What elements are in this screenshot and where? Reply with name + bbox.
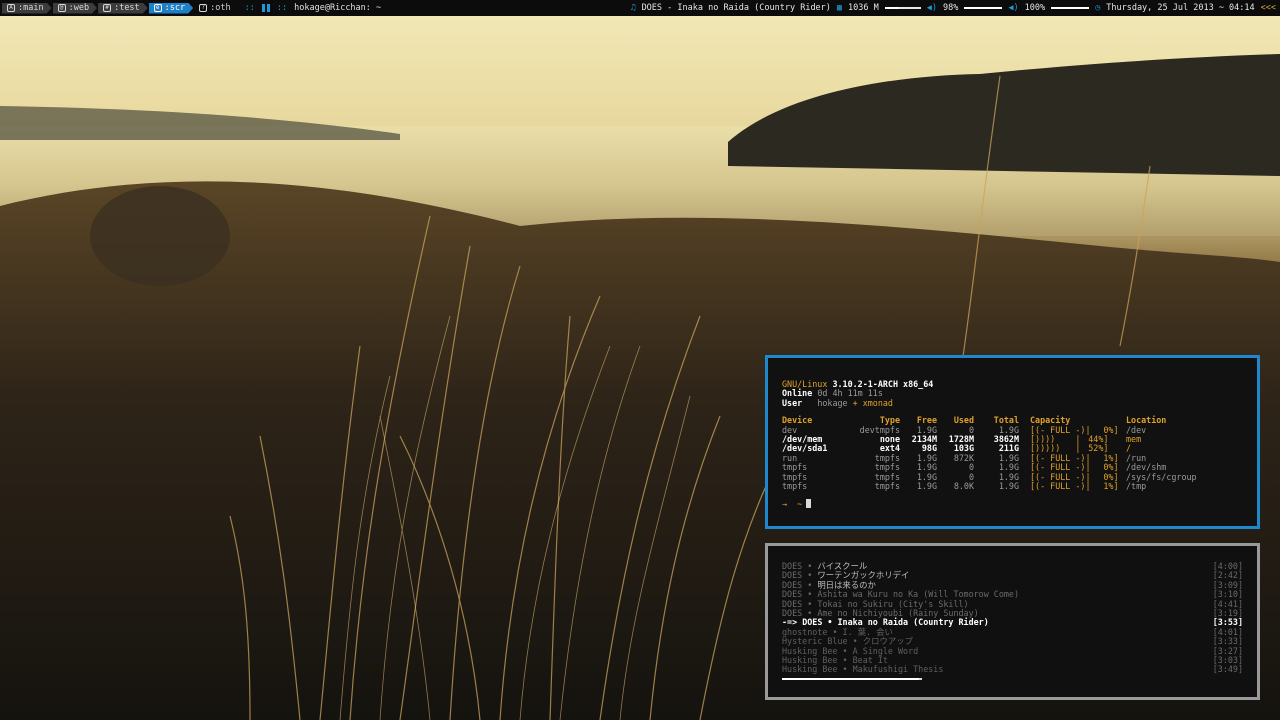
used-cell: 8.0K	[953, 481, 974, 492]
status-right: ♫ DOES - Inaka no Raida (Country Rider) …	[630, 0, 1276, 16]
disk-table: Device Type Free Used Total Capacity Loc…	[782, 415, 1197, 492]
user-sep: +	[852, 397, 858, 408]
seek-bar[interactable]	[782, 677, 922, 680]
user-wm: xmonad	[862, 397, 893, 408]
datetime: Thursday, 25 Jul 2013 ~ 04:14	[1106, 3, 1255, 13]
playlist: DOES • バイスクール [4:00] DOES • ワーテンガックホリデイ [2:…	[782, 561, 1243, 675]
cpu-bar-fill	[884, 7, 900, 9]
text-cursor	[806, 499, 812, 509]
question-icon: ?	[199, 4, 207, 12]
workspace-oth[interactable]: ? :oth	[194, 3, 238, 14]
prompt-text: → ~	[782, 499, 803, 510]
type-cell: tmpfs	[874, 481, 900, 492]
track-duration: [3:49]	[1212, 664, 1243, 675]
now-playing[interactable]: DOES - Inaka no Raida (Country Rider)	[642, 3, 831, 13]
workspace-main[interactable]: A :main	[2, 3, 52, 14]
track-artist: Husking Bee	[782, 664, 838, 675]
disk-table-body: dev devtmpfs 1.9G 0 1.9G [(- FULL -)| 0%]/dev /…	[782, 425, 1197, 492]
speaker-volume-icon: ◀)	[1008, 3, 1019, 13]
cpu-bar	[884, 7, 921, 9]
track-title: Makufushigi Thesis	[852, 664, 944, 675]
terminal-window[interactable]: GNU/Linux 3.10.2-1-ARCH x86_64 Online 0d…	[765, 355, 1260, 529]
workspace-list: A :main @ :web # :test e :scr ? :oth	[2, 2, 240, 14]
window-title: hokage@Ricchan: ~	[294, 3, 382, 13]
volume-bar[interactable]	[964, 7, 1003, 9]
location-cell: mem	[1126, 433, 1142, 444]
separator: ::	[276, 3, 288, 13]
layout-tall-icon[interactable]	[261, 4, 270, 12]
workspace-scr[interactable]: e :scr	[149, 3, 193, 14]
device-cell: tmpfs	[782, 481, 808, 492]
track-separator: •	[842, 664, 848, 675]
shell-prompt[interactable]: → ~	[782, 499, 1243, 509]
terminal-icon: e	[154, 4, 162, 12]
memory-usage: 1036 M	[848, 3, 879, 13]
workspace-label: :web	[68, 3, 90, 13]
brightness-value[interactable]: 100%	[1025, 3, 1045, 13]
seek-bar-fill	[782, 677, 920, 680]
bug-icon: #	[103, 4, 111, 12]
location-cell: /tmp	[1126, 481, 1147, 492]
volume-value[interactable]: 98%	[943, 3, 958, 13]
free-cell: 1.9G	[916, 481, 937, 492]
workspace-label: :main	[18, 3, 44, 13]
user-name: hokage	[817, 397, 848, 408]
capacity-cell: [(- FULL -)| 1%]	[1019, 481, 1126, 492]
music-player-window[interactable]: DOES • バイスクール [4:00] DOES • ワーテンガックホリデイ [2:…	[765, 543, 1260, 700]
volume-bar-fill	[964, 7, 1002, 9]
total-cell: 1.9G	[998, 481, 1019, 492]
workspace-web[interactable]: @ :web	[53, 3, 97, 14]
brightness-bar-fill	[1051, 7, 1090, 9]
workspace-label: :oth	[210, 3, 231, 13]
workspace-label: :scr	[164, 3, 186, 13]
disk-row: tmpfs tmpfs 1.9G 8.0K 1.9G [(- FULL -)| 1%] /tm…	[782, 481, 1197, 492]
workspace-label: :test	[114, 3, 140, 13]
arch-icon: A	[7, 4, 15, 12]
separator: ::	[244, 3, 255, 13]
capacity-percent: 1%]	[1103, 481, 1119, 492]
brightness-bar[interactable]	[1051, 7, 1090, 9]
user-label: User	[782, 397, 803, 408]
user-line: User hokage + xmonad	[782, 397, 1243, 408]
clock-icon: ◷	[1095, 3, 1101, 13]
music-note-icon: ♫	[630, 3, 636, 13]
playlist-item[interactable]: Husking Bee • Makufushigi Thesis [3:49]	[782, 664, 1243, 675]
track-info: Husking Bee • Makufushigi Thesis	[782, 665, 943, 674]
disk-row: /dev/mem none 2134M 1728M 3862M[)))) | 44%] me…	[782, 433, 1197, 444]
speaker-icon: ◀)	[926, 3, 938, 13]
status-bar: A :main @ :web # :test e :scr ? :oth :: …	[0, 0, 1280, 16]
tray-arrows[interactable]: <<<	[1261, 3, 1276, 13]
capacity-bar: [(- FULL -)|	[1030, 481, 1091, 492]
globe-icon: @	[58, 4, 66, 12]
memory-icon: ▦	[836, 3, 843, 13]
workspace-test[interactable]: # :test	[98, 3, 148, 14]
